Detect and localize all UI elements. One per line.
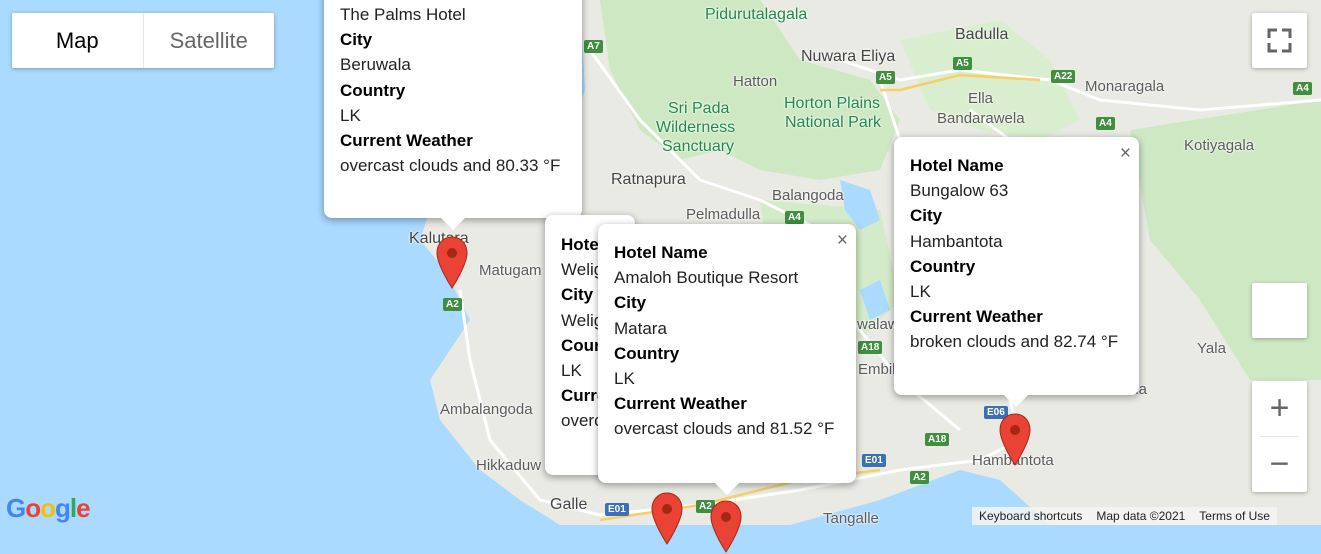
city-value: Hambantota (910, 231, 1003, 251)
place-label: Ratnapura (611, 171, 686, 188)
place-label: Pelmadulla (686, 206, 761, 223)
road-shield: E01 (862, 454, 886, 467)
map-type-control: Map Satellite (12, 13, 274, 68)
info-window-bungalow: × Hotel Name Bungalow 63 City Hambantota… (894, 137, 1139, 407)
weather-value: overcast clouds and 80.33 °F (340, 156, 561, 176)
fullscreen-button[interactable] (1252, 13, 1307, 68)
place-label: Horton Plains (784, 95, 881, 112)
place-label: Badulla (955, 26, 1009, 43)
city-label: City (910, 206, 943, 226)
place-label: Kotiyagala (1184, 137, 1255, 154)
place-label: Pidurutalagala (705, 6, 808, 23)
zoom-in-button[interactable]: + (1252, 381, 1307, 436)
road-shield: A2 (443, 298, 462, 311)
place-label: Sanctuary (662, 138, 735, 155)
place-label: Bandarawela (937, 110, 1025, 127)
road-shield: A4 (1293, 82, 1312, 95)
google-logo[interactable]: Google (6, 493, 91, 524)
place-label: Nuwara Eliya (801, 48, 896, 65)
info-window-amaloh: × Hotel Name Amaloh Boutique Resort City… (598, 224, 856, 495)
hotel-name: The Palms Hotel (340, 5, 466, 24)
place-label: Galle (550, 496, 588, 513)
map-type-map-button[interactable]: Map (12, 13, 143, 68)
hotel-marker-icon[interactable] (998, 413, 1032, 467)
place-label: Sri Pada (668, 100, 730, 117)
country-value: LK (910, 282, 931, 302)
road-shield: A18 (925, 433, 950, 446)
country-label: Country (340, 80, 406, 100)
weather-value: broken clouds and 82.74 °F (910, 332, 1119, 352)
road-shield: A5 (876, 71, 895, 84)
keyboard-shortcuts-link[interactable]: Keyboard shortcuts (972, 509, 1089, 523)
country-value: LK (614, 369, 635, 389)
zoom-control: + − (1252, 381, 1307, 492)
place-label: Monaragala (1085, 78, 1165, 95)
road-shield: A4 (785, 211, 804, 224)
weather-value: overcast clouds and 81.52 °F (614, 419, 835, 439)
city-label: City (614, 293, 647, 313)
hotel-marker-icon[interactable] (435, 236, 469, 290)
hotel-name: Bungalow 63 (910, 181, 1009, 201)
road-shield: A2 (910, 471, 929, 484)
map-data-text: Map data ©2021 (1096, 509, 1186, 523)
place-label: Wilderness (656, 119, 736, 136)
city-value: Matara (614, 318, 667, 338)
place-label: Matugam (479, 262, 542, 279)
close-icon[interactable]: × (837, 228, 848, 253)
place-label: Ambalangoda (440, 401, 533, 418)
hotel-marker-icon[interactable] (650, 492, 684, 546)
country-label: Country (614, 343, 680, 363)
road-shield: A7 (584, 40, 603, 53)
hotel-name: Amaloh Boutique Resort (614, 268, 799, 288)
weather-label: Current Weather (614, 394, 747, 414)
place-label: Tangalle (823, 510, 879, 527)
info-window-tail (1004, 395, 1028, 407)
country-label: Country (910, 256, 976, 276)
map-type-satellite-button[interactable]: Satellite (142, 13, 275, 68)
road-shield: A22 (1051, 70, 1076, 83)
road-shield: E01 (605, 503, 629, 516)
weather-label: Current Weather (910, 307, 1043, 327)
road-shield: A18 (858, 341, 883, 354)
info-window-tail (441, 218, 465, 230)
country-value: LK (340, 105, 361, 125)
info-window-palms: The Palms Hotel City Beruwala Country LK… (324, 0, 582, 230)
terms-of-use-link[interactable]: Terms of Use (1192, 509, 1277, 523)
hotel-name-label: Hotel Name (614, 243, 708, 262)
hotel-name-label: Hotel Name (910, 156, 1004, 175)
road-shield: A4 (1096, 117, 1115, 130)
weather-label: Current Weather (340, 131, 473, 151)
hotel-marker-icon[interactable] (709, 500, 743, 554)
place-label: Hikkaduw (476, 457, 542, 474)
zoom-out-button[interactable]: − (1252, 437, 1307, 492)
place-label: National Park (785, 114, 882, 131)
city-label: City (340, 30, 373, 50)
place-label: Balangoda (772, 187, 844, 204)
info-window-tail (715, 483, 739, 495)
city-value: Beruwala (340, 55, 411, 75)
place-label: Yala (1197, 340, 1226, 357)
fullscreen-icon (1267, 28, 1292, 53)
place-label: Ella (968, 90, 994, 107)
attribution-bar: Keyboard shortcuts Map data ©2021 Terms … (972, 507, 1277, 525)
road-shield: A5 (953, 57, 972, 70)
street-view-button[interactable] (1252, 283, 1307, 338)
place-label: Hatton (733, 73, 778, 90)
close-icon[interactable]: × (1120, 141, 1131, 166)
